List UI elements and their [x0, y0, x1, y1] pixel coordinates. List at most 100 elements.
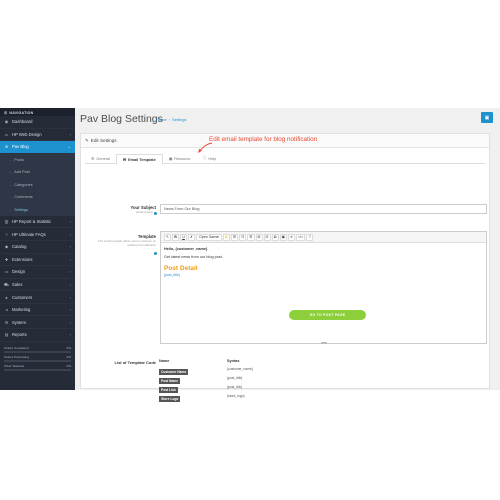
- save-button[interactable]: ▣: [481, 112, 493, 123]
- stat-value: 0%: [66, 363, 71, 368]
- sidebar-item-extensions[interactable]: ✚ Extensions ›: [0, 254, 75, 267]
- sidebar-subitem-label: Comments: [14, 195, 33, 200]
- progress-bar: [4, 359, 71, 362]
- annotation-callout: Edit email template for blog notificatio…: [209, 136, 318, 143]
- sidebar-item-sales[interactable]: ⛟ Sales ›: [0, 279, 75, 292]
- tab-label: Email Template: [128, 157, 156, 162]
- menu-icon: ☰: [4, 111, 8, 115]
- underline-button[interactable]: U: [180, 233, 188, 241]
- chevron-right-icon: ›: [69, 282, 71, 287]
- dash-icon: -: [10, 170, 12, 175]
- tab-label: Resource: [174, 156, 191, 161]
- bold-button[interactable]: B: [172, 233, 180, 241]
- fullscreen-button[interactable]: ✕: [287, 233, 295, 241]
- breadcrumb-separator: ›: [168, 117, 171, 122]
- dashboard-icon: ◉: [4, 119, 9, 125]
- resize-handle[interactable]: [321, 342, 327, 344]
- dash-icon: -: [10, 157, 12, 162]
- dash-icon: -: [10, 182, 12, 187]
- go-to-post-button[interactable]: GO TO POST PAGE: [289, 310, 366, 320]
- sidebar-subitem-comments[interactable]: - Comments: [0, 190, 75, 204]
- tab-email-template[interactable]: ✉ Email Template: [115, 154, 163, 165]
- table-button[interactable]: ⊞: [255, 233, 263, 241]
- link-button[interactable]: ⊟: [263, 233, 271, 241]
- template-editor[interactable]: ✎ B U ✗ Open Sans ▾ A ☰ ☷ ☰ ⊞ ⊟ ⊠ ▣ ✕ </>…: [160, 231, 487, 344]
- breadcrumb: Home › Settings: [156, 117, 186, 122]
- sidebar-item-dashboard[interactable]: ◉ Dashboard: [0, 116, 75, 129]
- chevron-right-icon: ›: [69, 231, 71, 237]
- envelope-icon: ✉: [122, 158, 127, 162]
- sidebar-subitem-label: Posts: [14, 157, 24, 162]
- stat-other-statuses: Other Statuses 0%: [4, 364, 71, 371]
- code-view-button[interactable]: </>: [296, 233, 306, 241]
- subject-input[interactable]: News From Our Blog: [160, 204, 487, 214]
- chevron-right-icon: ›: [69, 131, 71, 137]
- breadcrumb-home[interactable]: Home: [156, 117, 167, 122]
- style-button[interactable]: ✎: [164, 233, 172, 241]
- table-row: Store Logo {store_logo}: [159, 392, 253, 402]
- video-button[interactable]: ▣: [279, 233, 287, 241]
- tab-resource[interactable]: ▣ Resource: [163, 154, 197, 163]
- ordered-list-button[interactable]: ☷: [239, 233, 247, 241]
- sidebar-subitem-settings[interactable]: - Settings: [0, 203, 75, 216]
- sidebar-item-hp-web-design[interactable]: ▭ HP Web Design ›: [0, 129, 75, 142]
- pencil-icon: ✎: [85, 137, 89, 143]
- sidebar-item-catalog[interactable]: ◆ Catalog ›: [0, 241, 75, 254]
- font-select[interactable]: Open Sans ▾: [196, 233, 222, 241]
- sidebar-item-label: Sales: [12, 282, 23, 287]
- user-icon: ●: [5, 294, 8, 300]
- save-icon: ▣: [484, 114, 490, 121]
- sidebar-item-label: Reports: [12, 332, 27, 338]
- font-color-button[interactable]: A: [222, 233, 230, 241]
- sidebar-item-marketing[interactable]: ◂ Marketing ›: [0, 304, 75, 317]
- paragraph-button[interactable]: ☰: [247, 233, 255, 241]
- help-button[interactable]: ?: [306, 233, 314, 241]
- template-code-label: List of Template Code: [114, 360, 156, 365]
- sidebar-item-system[interactable]: ⚙ System ›: [0, 316, 75, 330]
- image-icon: ▣: [168, 157, 173, 161]
- sidebar-item-label: Customers: [12, 294, 33, 300]
- chart-icon: ▥: [4, 219, 9, 225]
- sidebar-item-customers[interactable]: ● Customers ›: [0, 291, 75, 304]
- stat-orders-completed: Orders Completed 0%: [4, 346, 71, 353]
- desktop-icon: ▭: [4, 131, 9, 137]
- code-syntax-cell: {store_logo}: [227, 393, 245, 398]
- sidebar-subitem-label: Add Post: [14, 170, 30, 175]
- panel-title: Edit Settings: [90, 138, 117, 143]
- clear-format-button[interactable]: ✗: [188, 233, 196, 241]
- stat-orders-processing: Orders Processing 0%: [4, 355, 71, 362]
- chevron-right-icon: ›: [69, 294, 71, 300]
- order-stats: Orders Completed 0% Orders Processing 0% O…: [0, 342, 75, 373]
- tab-help[interactable]: ⓘ Help: [197, 154, 223, 163]
- sidebar-subitem-posts[interactable]: - Posts: [0, 153, 75, 167]
- sidebar-subitem-categories[interactable]: - Categories: [0, 178, 75, 191]
- editor-body[interactable]: Hello, {customer_name} Get latest news f…: [161, 243, 486, 281]
- breadcrumb-settings[interactable]: Settings: [172, 117, 186, 122]
- unordered-list-button[interactable]: ☰: [230, 233, 239, 241]
- sidebar-subitem-add-post[interactable]: - Add Post: [0, 166, 75, 179]
- progress-bar: [4, 350, 71, 353]
- subject-help: Email subject: [81, 210, 153, 215]
- gear-icon: ⚙: [4, 319, 9, 325]
- chevron-right-icon: ›: [69, 269, 71, 275]
- stat-label: Orders Completed: [4, 345, 29, 350]
- sidebar-item-reports[interactable]: ▤ Reports ›: [0, 329, 75, 342]
- settings-tabs: ⚙ General ✉ Email Template ▣ Resource ⓘ Help: [85, 154, 485, 165]
- picture-button[interactable]: ⊠: [271, 233, 279, 241]
- question-icon: ?: [5, 231, 8, 237]
- tab-label: Help: [208, 156, 217, 161]
- sidebar-item-label: HP Ultimate FAQs: [12, 231, 46, 237]
- sidebar: ☰ NAVIGATION ◉ Dashboard ▭ HP Web Design…: [0, 108, 75, 390]
- tab-general[interactable]: ⚙ General: [85, 154, 116, 163]
- annotation-arrow-icon: [198, 142, 213, 153]
- code-syntax-cell: {post_title}: [227, 375, 243, 380]
- sidebar-item-hp-report[interactable]: ▥ HP Report & Statistic ›: [0, 216, 75, 229]
- sidebar-item-design[interactable]: ▭ Design ›: [0, 266, 75, 279]
- sidebar-item-pav-blog[interactable]: ≋ Pav Blog ⌄: [0, 141, 75, 154]
- help-icon: [154, 212, 157, 215]
- post-title-placeholder: {post_title}: [164, 273, 180, 277]
- rss-icon: ≋: [4, 144, 9, 150]
- greeting-text: Hello, {customer_name}: [164, 247, 208, 251]
- sidebar-item-label: Marketing: [12, 307, 31, 313]
- sidebar-item-hp-faqs[interactable]: ? HP Ultimate FAQs ›: [0, 228, 75, 241]
